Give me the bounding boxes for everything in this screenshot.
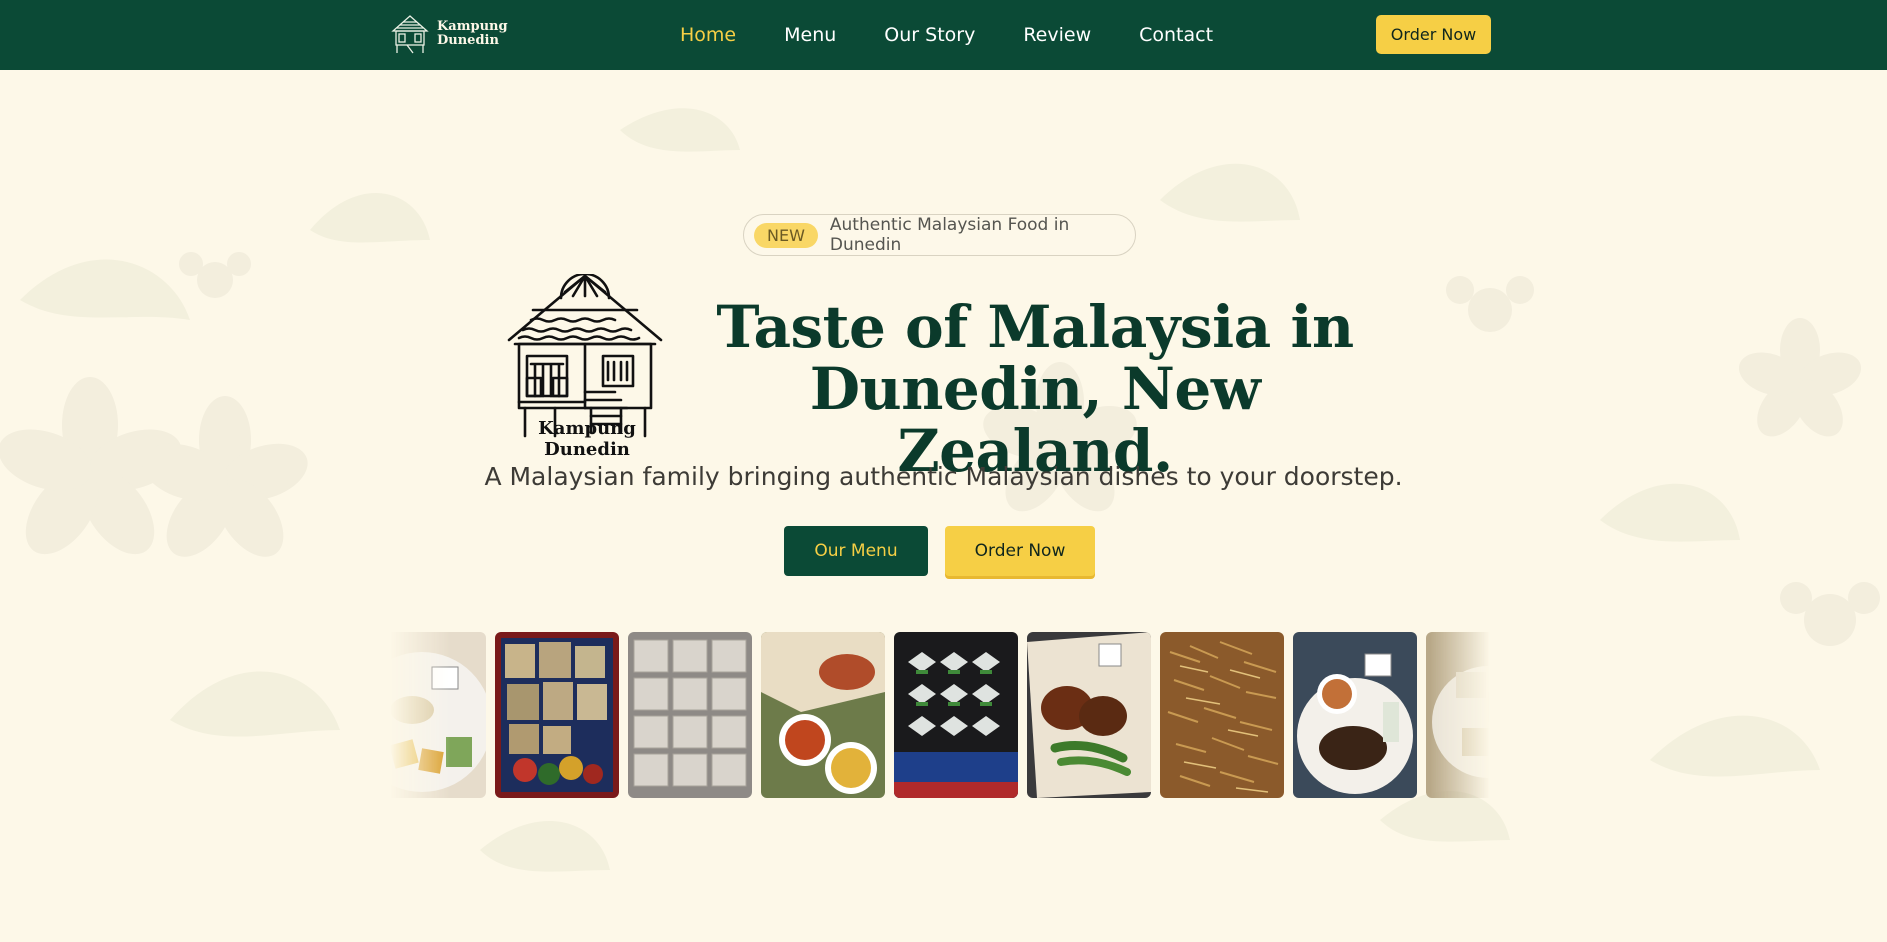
hero-order-now-button[interactable]: Order Now <box>945 526 1095 576</box>
food-photo-image <box>1426 632 1490 798</box>
gallery-photo[interactable] <box>628 632 752 798</box>
nav-links: Home Menu Our Story Review Contact <box>680 0 1213 70</box>
gallery-photo[interactable] <box>390 632 486 798</box>
food-photo-image <box>894 632 1018 798</box>
hero-subtitle: A Malaysian family bringing authentic Ma… <box>484 462 1403 491</box>
food-photo-gallery <box>390 632 1490 800</box>
gallery-photo[interactable] <box>894 632 1018 798</box>
nav-link-home[interactable]: Home <box>680 24 736 46</box>
gallery-photo[interactable] <box>495 632 619 798</box>
kampung-house-logo-illustration <box>507 274 663 438</box>
food-photo-image <box>495 632 619 798</box>
food-photo-image <box>1293 632 1417 798</box>
gallery-photo[interactable] <box>761 632 885 798</box>
kampung-house-icon <box>391 15 429 54</box>
food-photo-image <box>628 632 752 798</box>
gallery-photo[interactable] <box>1027 632 1151 798</box>
nav-link-menu[interactable]: Menu <box>784 24 836 46</box>
nav-order-now-button[interactable]: Order Now <box>1376 15 1491 54</box>
nav-brand-name-line2: Dunedin <box>437 33 499 48</box>
gallery-photo[interactable] <box>1293 632 1417 798</box>
hero-section: NEW Authentic Malaysian Food in Dunedin <box>0 0 1887 942</box>
gallery-photo[interactable] <box>1426 632 1490 798</box>
nav-brand-name: Kampung Dunedin <box>437 20 508 48</box>
food-photo-image <box>761 632 885 798</box>
food-photo-image <box>1160 632 1284 798</box>
food-photo-image <box>1027 632 1151 798</box>
nav-brand-name-line1: Kampung <box>437 19 508 34</box>
top-navbar: Kampung Dunedin Home Menu Our Story Revi… <box>0 0 1887 70</box>
hero-logo-caption: Kampung Dunedin <box>538 418 636 460</box>
new-pill: NEW <box>754 222 818 248</box>
hero-title: Taste of Malaysia in Dunedin, New Zealan… <box>680 296 1390 482</box>
our-menu-button[interactable]: Our Menu <box>784 526 928 576</box>
food-photo-image <box>390 632 486 798</box>
announcement-badge: NEW Authentic Malaysian Food in Dunedin <box>743 214 1136 256</box>
nav-link-contact[interactable]: Contact <box>1139 24 1213 46</box>
hero-title-line1: Taste of Malaysia in <box>716 293 1354 361</box>
nav-brand-logo[interactable]: Kampung Dunedin <box>389 13 508 55</box>
gallery-track <box>390 632 1490 798</box>
nav-link-our-story[interactable]: Our Story <box>884 24 975 46</box>
gallery-photo[interactable] <box>1160 632 1284 798</box>
announcement-text: Authentic Malaysian Food in Dunedin <box>829 215 1070 255</box>
nav-link-review[interactable]: Review <box>1023 24 1091 46</box>
